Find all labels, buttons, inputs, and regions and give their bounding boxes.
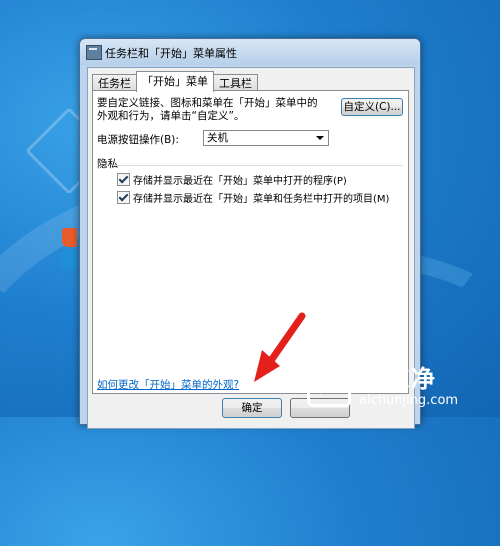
privacy-option-label: 存储并显示最近在「开始」菜单中打开的程序(P) [133,176,347,187]
privacy-group: 存储并显示最近在「开始」菜单中打开的程序(P) 存储并显示最近在「开始」菜单和任… [113,165,403,211]
power-button-value: 关机 [207,132,228,144]
privacy-option-label: 存储并显示最近在「开始」菜单和任务栏中打开的项目(M) [133,194,390,205]
privacy-option-programs[interactable]: 存储并显示最近在「开始」菜单中打开的程序(P) [117,172,347,187]
chevron-down-icon [316,136,324,140]
brand-name: 爱纯净 [359,365,437,393]
privacy-option-items[interactable]: 存储并显示最近在「开始」菜单和任务栏中打开的项目(M) [117,190,390,205]
tab-start-menu[interactable]: 「开始」菜单 [136,71,214,92]
brand-logo-icon [307,363,351,407]
appearance-help-link[interactable]: 如何更改「开始」菜单的外观? [97,377,239,392]
title-bar[interactable]: 任务栏和「开始」菜单属性 [80,39,420,65]
customize-description: 要自定义链接、图标和菜单在「开始」菜单中的外观和行为，请单击“自定义”。 [97,97,318,122]
tab-strip: 任务栏 「开始」菜单 工具栏 [92,71,258,92]
customize-button[interactable]: 自定义(C)... [341,98,403,116]
watermark-brand: 爱纯净 aichunjing.com [303,357,493,413]
red-arrow-annotation [254,312,306,382]
brand-url: aichunjing.com [359,393,459,408]
power-button-label: 电源按钮操作(B): [97,134,179,146]
power-button-select[interactable]: 关机 [203,130,329,146]
window-title: 任务栏和「开始」菜单属性 [105,47,237,60]
checkbox-checked-icon[interactable] [117,191,130,204]
taskbar-icon [86,45,102,60]
ok-button[interactable]: 确定 [222,398,282,418]
checkbox-checked-icon[interactable] [117,173,130,186]
